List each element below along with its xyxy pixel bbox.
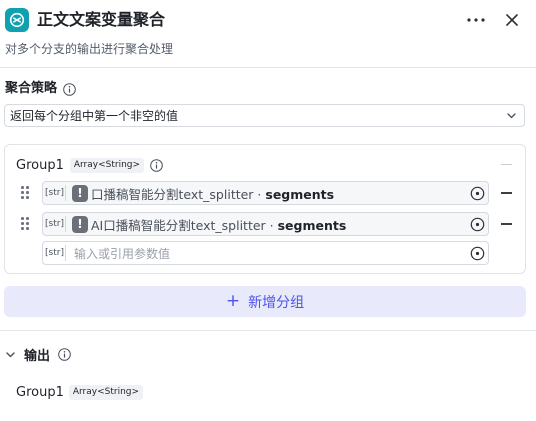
add-group-label: 新增分组 — [248, 294, 305, 311]
info-icon[interactable] — [150, 159, 163, 172]
aggregate-icon — [5, 8, 29, 32]
variable-input[interactable]: [str] 输入或引用参数值 — [42, 241, 489, 265]
chevron-down-icon — [507, 113, 516, 119]
divider — [0, 330, 536, 331]
strategy-selected-value: 返回每个分组中第一个非空的值 — [10, 109, 179, 123]
warning-icon: ! — [72, 184, 88, 202]
strategy-select[interactable]: 返回每个分组中第一个非空的值 — [4, 104, 525, 127]
output-type-badge: Array<String> — [68, 385, 144, 400]
reference-target-icon[interactable] — [470, 217, 485, 232]
string-type-tag: [str] — [45, 185, 66, 201]
group-name[interactable]: Group1 — [16, 158, 64, 173]
plus-icon: + — [225, 291, 241, 311]
chevron-down-icon — [6, 352, 15, 358]
drag-handle-icon[interactable] — [21, 186, 29, 199]
remove-variable-button[interactable] — [501, 223, 512, 225]
ref-field-name: segments — [277, 217, 347, 233]
ref-node-name: AI口播稿智能分割text_splitter — [91, 217, 266, 233]
reference-chip: ! 口播稿智能分割text_splitter · segments — [72, 184, 338, 203]
variable-row: [str] ! 口播稿智能分割text_splitter · segments — [5, 181, 527, 205]
ref-node-name: 口播稿智能分割text_splitter — [91, 186, 254, 202]
info-icon[interactable] — [58, 348, 71, 361]
divider — [0, 67, 536, 68]
variable-row-empty: [str] 输入或引用参数值 — [5, 241, 527, 265]
string-type-tag: [str] — [45, 245, 66, 261]
more-horizontal-icon — [467, 18, 485, 22]
variable-row: [str] ! AI口播稿智能分割text_splitter · segment… — [5, 212, 527, 236]
group-header: Group1 Array<String> — [16, 158, 163, 173]
ref-separator: · — [265, 217, 278, 233]
ref-field-name: segments — [265, 186, 335, 202]
reference-target-icon[interactable] — [470, 246, 485, 261]
output-section-toggle[interactable]: 输出 — [5, 345, 71, 364]
variable-ref-field[interactable]: [str] ! AI口播稿智能分割text_splitter · segment… — [42, 212, 489, 236]
node-title[interactable]: 正文文案变量聚合 — [37, 9, 165, 31]
close-icon — [506, 14, 518, 26]
reference-chip: ! AI口播稿智能分割text_splitter · segments — [72, 215, 350, 234]
output-group-name: Group1 — [16, 385, 64, 400]
group-card: Group1 Array<String> [str] ! 口播稿智能分割text… — [4, 144, 526, 274]
reference-text: AI口播稿智能分割text_splitter · segments — [91, 215, 346, 234]
add-group-button[interactable]: + 新增分组 — [4, 286, 526, 317]
input-placeholder: 输入或引用参数值 — [74, 246, 171, 261]
node-header: 正文文案变量聚合 — [0, 0, 536, 40]
remove-variable-button[interactable] — [501, 192, 512, 194]
remove-group-button[interactable] — [501, 164, 512, 165]
reference-target-icon[interactable] — [470, 186, 485, 201]
reference-text: 口播稿智能分割text_splitter · segments — [91, 184, 334, 203]
type-badge: Array<String> — [69, 158, 145, 173]
more-options-button[interactable] — [462, 9, 490, 31]
variable-ref-field[interactable]: [str] ! 口播稿智能分割text_splitter · segments — [42, 181, 489, 205]
output-variable: Group1 Array<String> — [16, 385, 144, 400]
output-title: 输出 — [24, 349, 51, 364]
drag-handle-icon[interactable] — [21, 217, 29, 230]
node-description: 对多个分支的输出进行聚合处理 — [5, 42, 174, 56]
string-type-tag: [str] — [45, 216, 66, 232]
strategy-label-text: 聚合策略 — [5, 81, 58, 96]
strategy-label: 聚合策略 — [5, 80, 76, 98]
warning-icon: ! — [72, 215, 88, 233]
close-button[interactable] — [500, 8, 524, 32]
ref-separator: · — [253, 186, 266, 202]
info-icon[interactable] — [63, 82, 76, 96]
